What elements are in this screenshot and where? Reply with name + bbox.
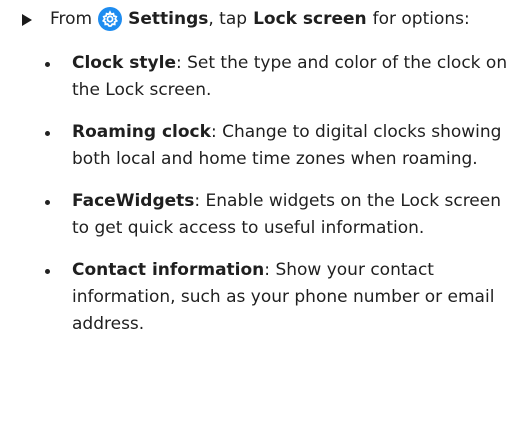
item-label: Roaming clock — [72, 122, 211, 142]
item-separator: : — [210, 122, 217, 142]
settings-gear-icon — [98, 7, 123, 31]
item-separator: : — [264, 260, 271, 280]
bullet-dot-icon — [45, 269, 50, 274]
triangle-bullet-icon — [22, 13, 32, 26]
settings-label: Settings — [128, 9, 209, 29]
bullet-dot-icon — [45, 200, 50, 205]
intro-suffix: for options: — [372, 9, 470, 29]
intro-line: From Settings , tap Lock screen for opti… — [22, 7, 470, 31]
list-item: Roaming clock: Change to digital clocks … — [45, 119, 520, 173]
list-item: Clock style: Set the type and color of t… — [45, 50, 520, 104]
item-label: Clock style — [72, 53, 176, 73]
item-label: Contact information — [72, 260, 265, 280]
lock-screen-label: Lock screen — [253, 9, 367, 29]
list-item: Contact information: Show your contact i… — [45, 257, 520, 338]
bullet-dot-icon — [45, 131, 50, 136]
item-separator: : — [194, 191, 201, 211]
options-list: Clock style: Set the type and color of t… — [45, 50, 520, 353]
intro-prefix: From — [50, 9, 93, 29]
item-separator: : — [175, 53, 182, 73]
intro-middle: , tap — [208, 9, 248, 29]
document-page: From Settings , tap Lock screen for opti… — [0, 0, 528, 432]
bullet-dot-icon — [45, 62, 50, 67]
list-item: FaceWidgets: Enable widgets on the Lock … — [45, 188, 520, 242]
item-label: FaceWidgets — [72, 191, 195, 211]
intro-text: From Settings , tap Lock screen for opti… — [50, 7, 470, 31]
